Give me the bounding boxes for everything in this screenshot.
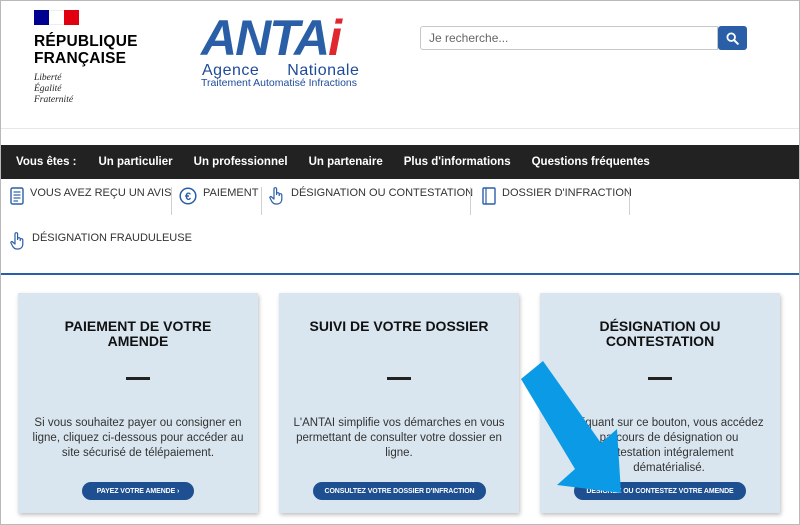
antai-word-blue: ANTA (201, 10, 330, 66)
republique-motto: Liberté Égalité Fraternité (34, 73, 138, 106)
audience-label: Vous êtes : (16, 156, 77, 168)
card-suivi-dossier: SUIVI DE VOTRE DOSSIER L'ANTAI simplifie… (279, 293, 519, 513)
antai-word-red: i (328, 10, 342, 66)
motto-egalite: Égalité (34, 84, 62, 94)
subnav-avis-label: VOUS AVEZ REÇU UN AVIS (30, 187, 172, 199)
subnav-frauduleuse[interactable]: DÉSIGNATION FRAUDULEUSE (10, 232, 192, 250)
subnav-paiement-label: PAIEMENT (203, 187, 259, 199)
republique-line2: FRANÇAISE (34, 50, 127, 67)
motto-liberte: Liberté (34, 73, 62, 83)
subnav-divider (629, 187, 630, 215)
motto-fraternite: Fraternité (34, 95, 74, 105)
subnav-divider (470, 187, 471, 215)
republique-line1: RÉPUBLIQUE (34, 33, 138, 50)
euro-icon: € (179, 187, 197, 205)
pay-fine-button[interactable]: PAYEZ VOTRE AMENDE › (82, 482, 194, 500)
site-header: RÉPUBLIQUE FRANÇAISE Liberté Égalité Fra… (1, 1, 799, 129)
hand-pointer-icon (10, 232, 24, 250)
subnav-divider (261, 187, 262, 215)
card-paiement: PAIEMENT DE VOTRE AMENDE Si vous souhait… (18, 293, 258, 513)
card-title: DÉSIGNATION OU CONTESTATION (599, 318, 721, 349)
antai-wordmark: ANTAi (201, 10, 342, 66)
search-button[interactable] (718, 26, 747, 50)
subnav-dossier[interactable]: DOSSIER D'INFRACTION (482, 187, 632, 205)
nav-professionnel[interactable]: Un professionnel (194, 156, 288, 168)
card-text: Si vous souhaitez payer ou consigner en … (32, 417, 244, 459)
antai-subtitle-2: Traitement Automatisé Infractions (201, 77, 358, 89)
card-divider (387, 377, 411, 380)
hand-pointer-icon (269, 187, 283, 205)
consult-file-button[interactable]: CONSULTEZ VOTRE DOSSIER D'INFRACTION (313, 482, 486, 500)
audience-nav: Vous êtes : Un particulier Un profession… (1, 145, 799, 179)
nav-questions-frequentes[interactable]: Questions fréquentes (532, 156, 650, 168)
french-flag-icon (34, 10, 79, 25)
republique-francaise-logo[interactable]: RÉPUBLIQUE FRANÇAISE Liberté Égalité Fra… (34, 10, 138, 106)
subnav-divider (171, 187, 172, 215)
card-divider (126, 377, 150, 380)
subnav-frauduleuse-label: DÉSIGNATION FRAUDULEUSE (32, 232, 192, 244)
folder-icon (482, 187, 496, 205)
card-text: cliquant sur ce bouton, vous accédez par… (574, 417, 764, 474)
svg-text:€: € (185, 191, 191, 203)
card-title: SUIVI DE VOTRE DOSSIER (309, 318, 489, 334)
antai-logo[interactable]: ANTAi Agence Nationale Traitement Automat… (199, 13, 379, 91)
page-frame: RÉPUBLIQUE FRANÇAISE Liberté Égalité Fra… (0, 0, 800, 525)
republique-title: RÉPUBLIQUE FRANÇAISE (34, 33, 138, 67)
nav-plus-informations[interactable]: Plus d'informations (404, 156, 511, 168)
search-input[interactable] (420, 26, 718, 50)
card-title: PAIEMENT DE VOTRE AMENDE (64, 318, 212, 349)
card-divider (648, 377, 672, 380)
subnav-dossier-label: DOSSIER D'INFRACTION (502, 187, 632, 199)
subnav-paiement[interactable]: € PAIEMENT (179, 187, 258, 205)
subnav-designation[interactable]: DÉSIGNATION OU CONTESTATION (269, 187, 473, 205)
designate-contest-button[interactable]: DÉSIGNEZ OU CONTESTEZ VOTRE AMENDE (574, 482, 746, 500)
search-icon (726, 31, 739, 45)
nav-partenaire[interactable]: Un partenaire (309, 156, 383, 168)
subnav-avis[interactable]: VOUS AVEZ REÇU UN AVIS (10, 187, 171, 205)
document-icon (10, 187, 24, 205)
subnav-designation-label: DÉSIGNATION OU CONTESTATION (291, 187, 474, 199)
nav-particulier[interactable]: Un particulier (99, 156, 173, 168)
card-text: L'ANTAI simplifie vos démarches en vous … (293, 417, 505, 459)
card-designation: DÉSIGNATION OU CONTESTATION cliquant sur… (540, 293, 780, 513)
